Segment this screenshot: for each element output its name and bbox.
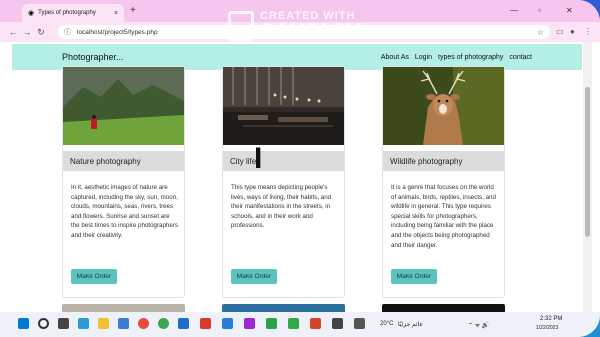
camtasia-watermark: CREATED WITH CAMTASIA [228, 8, 388, 44]
card-wildlife: Wildlife photography It is a genre that … [382, 66, 505, 298]
card-title: Nature photography [63, 151, 184, 171]
tab-title: Types of photography [38, 10, 96, 16]
card-title: Wildlife photography [383, 151, 504, 171]
temperature[interactable]: 20°C [380, 321, 393, 327]
camtasia-icon[interactable] [266, 318, 277, 329]
sidepanel-icon[interactable]: ▭ [556, 27, 564, 36]
task-view-icon[interactable] [58, 318, 69, 329]
make-order-button[interactable]: Make Order [231, 269, 277, 284]
windows-taskbar: 20°C غائم جزئيًا ⌃ ᯤ 🔊 2:32 PM 1/22/2023 [0, 312, 600, 337]
city-photo [223, 67, 344, 145]
chrome-icon[interactable] [138, 318, 149, 329]
app-icon[interactable] [310, 318, 321, 329]
page-scrollbar[interactable] [583, 42, 592, 312]
make-order-button[interactable]: Make Order [71, 269, 117, 284]
card-text: In it, aesthetic images of nature are ca… [71, 184, 178, 239]
globe-icon: ◉ [28, 10, 35, 17]
bookmark-star-icon[interactable]: ☆ [537, 28, 544, 37]
back-button[interactable]: ← [6, 27, 20, 37]
browser-window: ◉ Types of photography × + — ▫ ✕ ← → ↻ ⓘ… [0, 0, 600, 337]
tab-close-icon[interactable]: × [114, 10, 118, 17]
vscode-icon[interactable] [222, 318, 233, 329]
nav-link-login[interactable]: Login [415, 54, 432, 61]
next-card-peek [222, 304, 345, 312]
new-tab-button[interactable]: + [130, 5, 136, 16]
start-icon[interactable] [18, 318, 29, 329]
menu-icon[interactable]: ⋮ [584, 27, 592, 36]
wildlife-photo [383, 67, 504, 145]
site-brand[interactable]: Photographer... [62, 52, 381, 62]
nav-link-contact[interactable]: contact [509, 54, 532, 61]
edge-icon[interactable] [78, 318, 89, 329]
page-viewport: Photographer... About As Login types of … [0, 42, 583, 312]
next-card-peek [382, 304, 505, 312]
scrollbar-thumb[interactable] [585, 87, 590, 237]
nav-link-about[interactable]: About As [381, 54, 409, 61]
profile-icon[interactable]: ● [570, 27, 575, 36]
card-nature: Nature photography In it, aesthetic imag… [62, 66, 185, 298]
app-icon[interactable] [332, 318, 343, 329]
forward-button[interactable]: → [20, 27, 34, 37]
file-explorer-icon[interactable] [98, 318, 109, 329]
clock-time[interactable]: 2:32 PM [540, 316, 562, 322]
maximize-button[interactable]: ▫ [538, 6, 541, 15]
app-icon[interactable] [200, 318, 211, 329]
card-title: City life [223, 151, 344, 171]
reload-button[interactable]: ↻ [34, 27, 48, 38]
watermark-line2: CAMTASIA [260, 21, 367, 42]
app-icon[interactable] [178, 318, 189, 329]
text-cursor-icon: I [254, 142, 263, 175]
next-card-peek [62, 304, 185, 312]
info-icon[interactable]: ⓘ [64, 27, 71, 37]
store-icon[interactable] [118, 318, 129, 329]
close-window-button[interactable]: ✕ [566, 6, 573, 15]
clock-date[interactable]: 1/22/2023 [536, 325, 558, 331]
nature-photo [63, 67, 184, 145]
tray-icons[interactable]: ⌃ ᯤ 🔊 [468, 321, 489, 329]
make-order-button[interactable]: Make Order [391, 269, 437, 284]
nav-link-types[interactable]: types of photography [438, 54, 503, 61]
camtasia-logo-icon [228, 11, 254, 41]
app-icon[interactable] [244, 318, 255, 329]
browser-tab[interactable]: ◉ Types of photography × [22, 4, 124, 22]
minimize-button[interactable]: — [510, 6, 518, 15]
card-text: It is a genre that focuses on the world … [391, 184, 496, 249]
weather-text[interactable]: غائم جزئيًا [398, 321, 423, 328]
app-icon[interactable] [354, 318, 365, 329]
search-icon[interactable] [38, 318, 49, 329]
app-icon[interactable] [288, 318, 299, 329]
card-city-life: City life This type means depicting peop… [222, 66, 345, 298]
whatsapp-icon[interactable] [158, 318, 169, 329]
card-text: This type means depicting people's lives… [231, 184, 332, 230]
